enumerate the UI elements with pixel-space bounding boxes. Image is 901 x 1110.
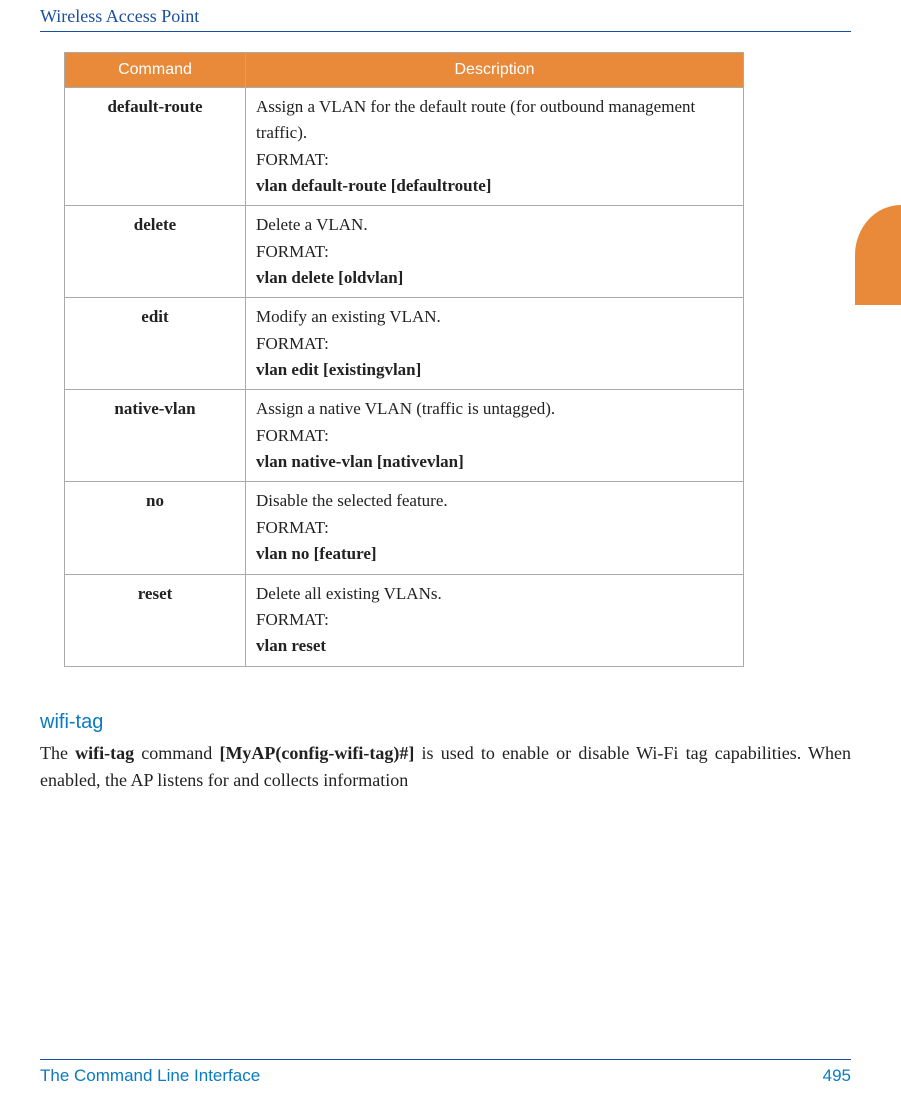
format-label: FORMAT: <box>256 147 733 173</box>
command-table: Command Description default-route Assign… <box>64 52 744 667</box>
footer-divider <box>40 1059 851 1060</box>
section-heading-wifi-tag: wifi-tag <box>40 711 851 734</box>
description-text: Assign a native VLAN (traffic is untagge… <box>256 396 733 422</box>
table-row: no Disable the selected feature. FORMAT:… <box>65 482 744 574</box>
page-footer: The Command Line Interface 495 <box>40 1059 851 1086</box>
para-text: command <box>134 743 219 763</box>
format-label: FORMAT: <box>256 515 733 541</box>
description-text: Disable the selected feature. <box>256 488 733 514</box>
description-text: Delete all existing VLANs. <box>256 581 733 607</box>
description-cell: Modify an existing VLAN. FORMAT: vlan ed… <box>246 298 744 390</box>
description-cell: Disable the selected feature. FORMAT: vl… <box>246 482 744 574</box>
command-cell: reset <box>65 574 246 666</box>
format-label: FORMAT: <box>256 607 733 633</box>
format-code: vlan default-route [defaultroute] <box>256 173 733 199</box>
table-row: default-route Assign a VLAN for the defa… <box>65 88 744 206</box>
description-cell: Assign a native VLAN (traffic is untagge… <box>246 390 744 482</box>
format-code: vlan delete [oldvlan] <box>256 265 733 291</box>
page-header-title: Wireless Access Point <box>40 0 851 31</box>
command-cell: no <box>65 482 246 574</box>
description-cell: Assign a VLAN for the default route (for… <box>246 88 744 206</box>
description-text: Assign a VLAN for the default route (for… <box>256 94 733 147</box>
format-code: vlan native-vlan [nativevlan] <box>256 449 733 475</box>
description-cell: Delete a VLAN. FORMAT: vlan delete [oldv… <box>246 206 744 298</box>
para-bold-command: wifi-tag <box>75 743 134 763</box>
table-header-row: Command Description <box>65 53 744 88</box>
table-header-command: Command <box>65 53 246 88</box>
table-row: native-vlan Assign a native VLAN (traffi… <box>65 390 744 482</box>
format-code: vlan reset <box>256 633 733 659</box>
description-text: Modify an existing VLAN. <box>256 304 733 330</box>
command-cell: delete <box>65 206 246 298</box>
description-cell: Delete all existing VLANs. FORMAT: vlan … <box>246 574 744 666</box>
table-header-description: Description <box>246 53 744 88</box>
header-divider <box>40 31 851 32</box>
format-label: FORMAT: <box>256 423 733 449</box>
footer-left-text: The Command Line Interface <box>40 1066 260 1086</box>
para-text: The <box>40 743 75 763</box>
table-row: delete Delete a VLAN. FORMAT: vlan delet… <box>65 206 744 298</box>
table-row: reset Delete all existing VLANs. FORMAT:… <box>65 574 744 666</box>
format-label: FORMAT: <box>256 239 733 265</box>
section-paragraph: The wifi-tag command [MyAP(config-wifi-t… <box>40 740 851 796</box>
command-cell: default-route <box>65 88 246 206</box>
table-row: edit Modify an existing VLAN. FORMAT: vl… <box>65 298 744 390</box>
format-code: vlan no [feature] <box>256 541 733 567</box>
format-label: FORMAT: <box>256 331 733 357</box>
command-cell: native-vlan <box>65 390 246 482</box>
description-text: Delete a VLAN. <box>256 212 733 238</box>
footer-page-number: 495 <box>823 1066 851 1086</box>
command-cell: edit <box>65 298 246 390</box>
page-side-tab <box>855 205 901 305</box>
para-bold-prompt: [MyAP(config-wifi-tag)#] <box>219 743 414 763</box>
format-code: vlan edit [existingvlan] <box>256 357 733 383</box>
